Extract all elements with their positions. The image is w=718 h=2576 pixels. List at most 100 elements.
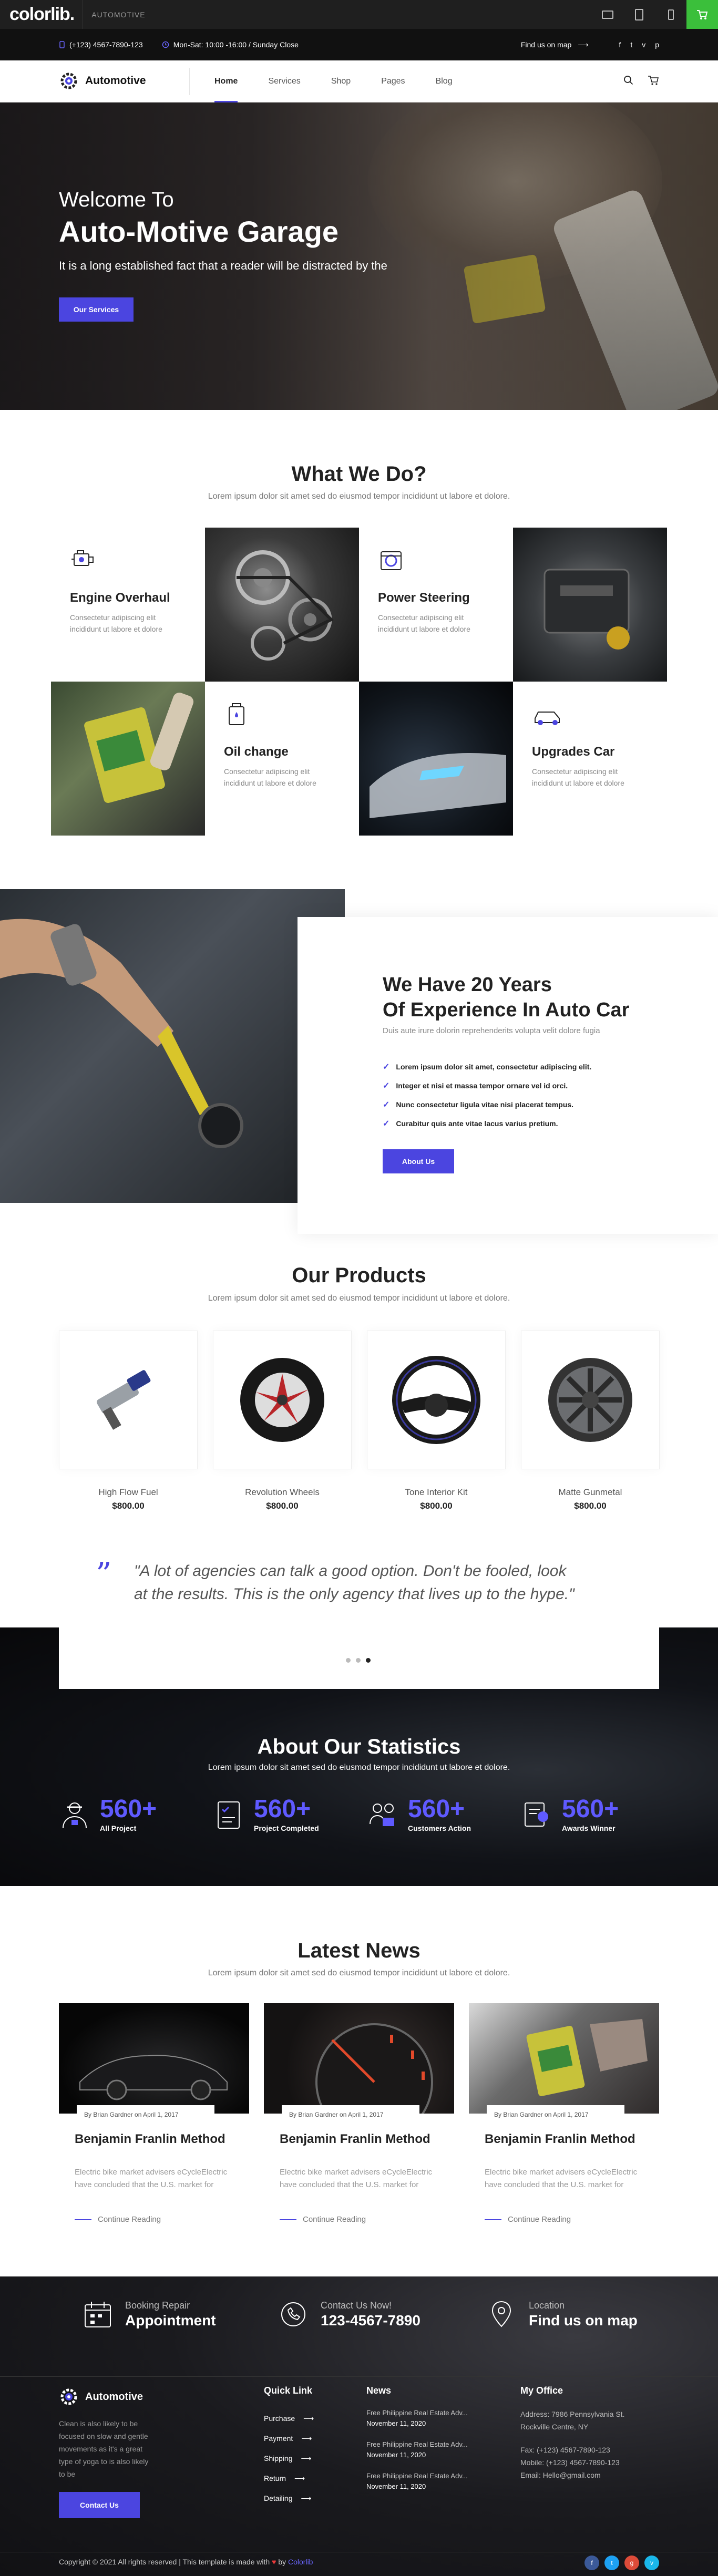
product-card[interactable]: Revolution Wheels $800.00 [213,1331,352,1511]
map-link[interactable]: Find us on map ⟶ [521,40,589,49]
footer-news-item[interactable]: Free Philippine Real Estate Adv... Novemb… [366,2408,468,2429]
news-card[interactable]: By Brian Gardner on April 1, 2017 Benjam… [59,2003,249,2261]
copyright-by: by [278,2558,286,2566]
continue-reading-link[interactable]: Continue Reading [280,2215,366,2224]
footer-social: f t g v [579,2556,659,2570]
vimeo-icon[interactable]: v [644,2556,659,2570]
news-title[interactable]: Benjamin Franlin Method [485,2132,635,2147]
mechanic-photo [0,889,345,1203]
product-card[interactable]: Matte Gunmetal $800.00 [521,1331,660,1511]
news-image [264,2003,454,2114]
desktop-view-icon[interactable] [592,0,623,29]
nav-item-pages[interactable]: Pages [381,60,405,102]
colorlib-logo[interactable]: colorlib. [9,4,75,25]
twitter-icon[interactable]: t [630,40,632,49]
nav-item-blog[interactable]: Blog [436,60,453,102]
search-icon[interactable] [623,75,634,88]
quick-links-title: Quick Link [264,2385,313,2396]
quick-link-label: Payment [264,2434,293,2443]
facebook-icon[interactable]: f [584,2556,599,2570]
footer-contact-appointment[interactable]: Booking Repair Appointment [82,2299,216,2330]
quick-link-label: Purchase [264,2414,295,2423]
tablet-view-icon[interactable] [623,0,655,29]
phone-info[interactable]: (+123) 4567-7890-123 [59,40,143,49]
carousel-dot[interactable] [346,1658,351,1663]
quick-link[interactable]: Return ⟶ [264,2474,305,2483]
footer-news-item[interactable]: Free Philippine Real Estate Adv... Novemb… [366,2439,468,2460]
carousel-dot-active[interactable] [366,1658,371,1663]
cart-icon[interactable] [648,75,659,88]
continue-reading-link[interactable]: Continue Reading [485,2215,571,2224]
service-name: Upgrades Car [532,745,615,759]
contact-us-button[interactable]: Contact Us [59,2492,140,2518]
contact-label: Booking Repair [125,2300,190,2311]
about-title-line: Of Experience In Auto Car [383,999,630,1021]
news-card[interactable]: By Brian Gardner on April 1, 2017 Benjam… [264,2003,454,2261]
news-desc: Electric bike market advisers eCycleElec… [280,2168,433,2189]
footer-contact-phone[interactable]: Contact Us Now! 123-4567-7890 [278,2299,420,2330]
section-title: What We Do? [291,462,427,486]
news-card[interactable]: By Brian Gardner on April 1, 2017 Benjam… [469,2003,659,2261]
office-email[interactable]: Email: Hello@gmail.com [520,2469,620,2481]
continue-reading-link[interactable]: Continue Reading [75,2215,161,2224]
check-item: ✓ Lorem ipsum dolor sit amet, consectetur… [383,1062,591,1072]
phone-number: (+123) 4567-7890-123 [69,40,143,49]
news-title[interactable]: Benjamin Franlin Method [280,2132,430,2147]
product-image [59,1331,198,1469]
carousel-dot[interactable] [356,1658,361,1663]
stat-value: 560+ [254,1795,311,1823]
google-icon[interactable]: g [624,2556,639,2570]
customers-icon [370,1804,394,1826]
product-card[interactable]: Tone Interior Kit $800.00 [367,1331,506,1511]
section-title: Our Products [292,1264,426,1287]
quick-link[interactable]: Purchase ⟶ [264,2414,314,2423]
product-image [367,1331,506,1469]
contact-label: Location [529,2300,565,2311]
service-desc: Consectetur adipiscing elit incididunt u… [378,613,470,633]
twitter-icon[interactable]: t [604,2556,619,2570]
carousel-dots [346,1658,376,1663]
facebook-icon[interactable]: f [619,40,621,49]
footer-contact-location[interactable]: Location Find us on map [486,2299,638,2330]
quick-link[interactable]: Shipping ⟶ [264,2454,312,2463]
product-card[interactable]: High Flow Fuel $800.00 [59,1331,198,1511]
car-icon [532,700,563,730]
product-image [213,1331,352,1469]
service-power-steering[interactable]: Power Steering Consectetur adipiscing el… [359,528,513,682]
footer-news-date: November 11, 2020 [366,2482,426,2490]
nav-item-shop[interactable]: Shop [331,60,351,102]
service-upgrades-car[interactable]: Upgrades Car Consectetur adipiscing elit… [513,682,667,836]
service-desc: Consectetur adipiscing elit incididunt u… [532,767,624,787]
service-engine-overhaul[interactable]: Engine Overhaul Consectetur adipiscing e… [51,528,205,682]
about-us-button[interactable]: About Us [383,1149,454,1173]
stat-item: 560+ Awards Winner [521,1796,619,1832]
quick-link[interactable]: Payment ⟶ [264,2434,312,2443]
news-desc: Electric bike market advisers eCycleElec… [75,2168,228,2189]
nav-item-home[interactable]: Home [214,60,238,102]
pinterest-icon[interactable]: p [655,40,659,49]
quick-link[interactable]: Detailing ⟶ [264,2494,312,2503]
steering-icon [378,547,405,576]
product-name: Revolution Wheels [245,1487,320,1497]
our-services-button[interactable]: Our Services [59,297,134,322]
office-fax: Fax: (+123) 4567-7890-123 [520,2446,610,2454]
divider [189,68,190,95]
nav-item-services[interactable]: Services [268,60,300,102]
mobile-view-icon[interactable] [655,0,686,29]
divider [0,2376,718,2377]
news-title[interactable]: Benjamin Franlin Method [75,2132,225,2147]
office-address-line: Address: 7986 Pennsylvania St. [520,2410,625,2418]
calendar-icon [85,2302,111,2327]
colorlib-link[interactable]: Colorlib [288,2558,313,2566]
about-desc: Duis aute irure dolorin reprehenderits v… [383,1026,600,1035]
cart-icon[interactable] [686,0,718,29]
vimeo-icon[interactable]: v [642,40,645,49]
colorlib-bar: colorlib. AUTOMOTIVE [0,0,718,29]
footer-brand[interactable]: Automotive [59,2387,143,2407]
news-meta: By Brian Gardner on April 1, 2017 [77,2105,214,2124]
stat-value: 560+ [408,1795,465,1823]
footer-news-item[interactable]: Free Philippine Real Estate Adv... Novemb… [366,2471,468,2492]
brand-logo[interactable]: Automotive [59,71,146,91]
service-oil-change[interactable]: Oil change Consectetur adipiscing elit i… [205,682,359,836]
arrow-right-icon: ⟶ [301,2454,312,2462]
